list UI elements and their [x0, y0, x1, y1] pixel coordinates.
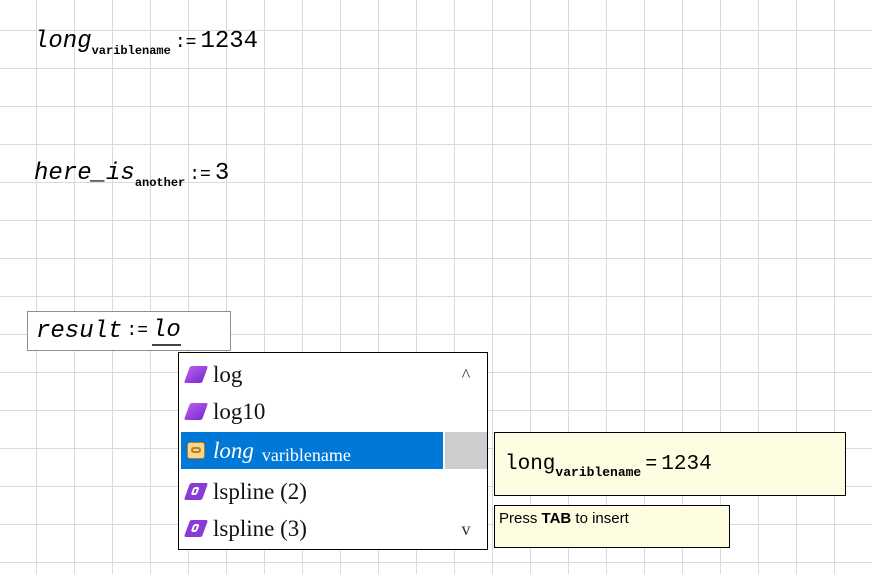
assign-operator: :=: [126, 321, 149, 341]
variable-name: long: [34, 28, 92, 55]
variable-definition-here-is[interactable]: here_is another:= 3: [34, 160, 230, 190]
list-item-lspline-3[interactable]: lspline (3): [181, 510, 443, 547]
assign-operator: :=: [189, 165, 211, 185]
list-item-lspline-2[interactable]: lspline (2): [181, 473, 443, 510]
active-math-region[interactable]: result:= lo: [27, 311, 231, 351]
value-preview: long varible­name = 1234: [494, 432, 846, 496]
variable-value: 3: [214, 160, 230, 187]
list-item-label: log10: [213, 398, 266, 424]
variable-subscript: another: [134, 176, 186, 190]
list-item-log10[interactable]: log10: [181, 393, 443, 430]
list-item-log[interactable]: log: [181, 356, 443, 393]
list-item-label: lspline (2): [213, 478, 307, 504]
function-icon: [183, 403, 209, 420]
scroll-up-button[interactable]: ^: [445, 357, 487, 393]
variable-definition-long[interactable]: long varible­name:= 1234: [34, 28, 259, 58]
scrollbar[interactable]: ^ v: [445, 353, 487, 549]
list-item-subscript: varible­name: [261, 445, 351, 465]
tooltip-text: Press: [499, 510, 542, 527]
list-item-long-varible-name[interactable]: long varible­name: [181, 432, 443, 469]
variable-name: here_is: [34, 160, 135, 187]
list-item-label: lspline (3): [213, 515, 307, 541]
scroll-down-button[interactable]: v: [445, 511, 487, 547]
insert-hint-tooltip: Press TAB to insert: [494, 505, 730, 548]
preview-value: 1234: [661, 452, 712, 476]
tooltip-text: to insert: [571, 510, 629, 527]
program-function-icon: [183, 483, 209, 500]
preview-equals: =: [645, 452, 658, 476]
variable-value: 1234: [200, 28, 259, 55]
preview-subscript: varible­name: [555, 464, 642, 480]
function-icon: [183, 366, 209, 383]
typed-text[interactable]: lo: [152, 317, 181, 346]
list-item-label: long: [213, 437, 254, 463]
autocomplete-list[interactable]: log log10 long varible­name lspline (2) l…: [178, 352, 488, 550]
tooltip-key: TAB: [541, 510, 572, 527]
assign-operator: :=: [174, 33, 197, 53]
result-variable: result: [36, 317, 123, 345]
chevron-up-icon: ^: [461, 364, 471, 385]
scroll-thumb[interactable]: [445, 432, 487, 469]
preview-name: long: [505, 452, 556, 476]
program-function-icon: [183, 520, 209, 537]
list-item-label: log: [213, 361, 243, 387]
variable-subscript: varible­name: [91, 44, 171, 58]
chevron-down-icon: v: [461, 518, 471, 539]
variable-icon: [187, 442, 205, 459]
